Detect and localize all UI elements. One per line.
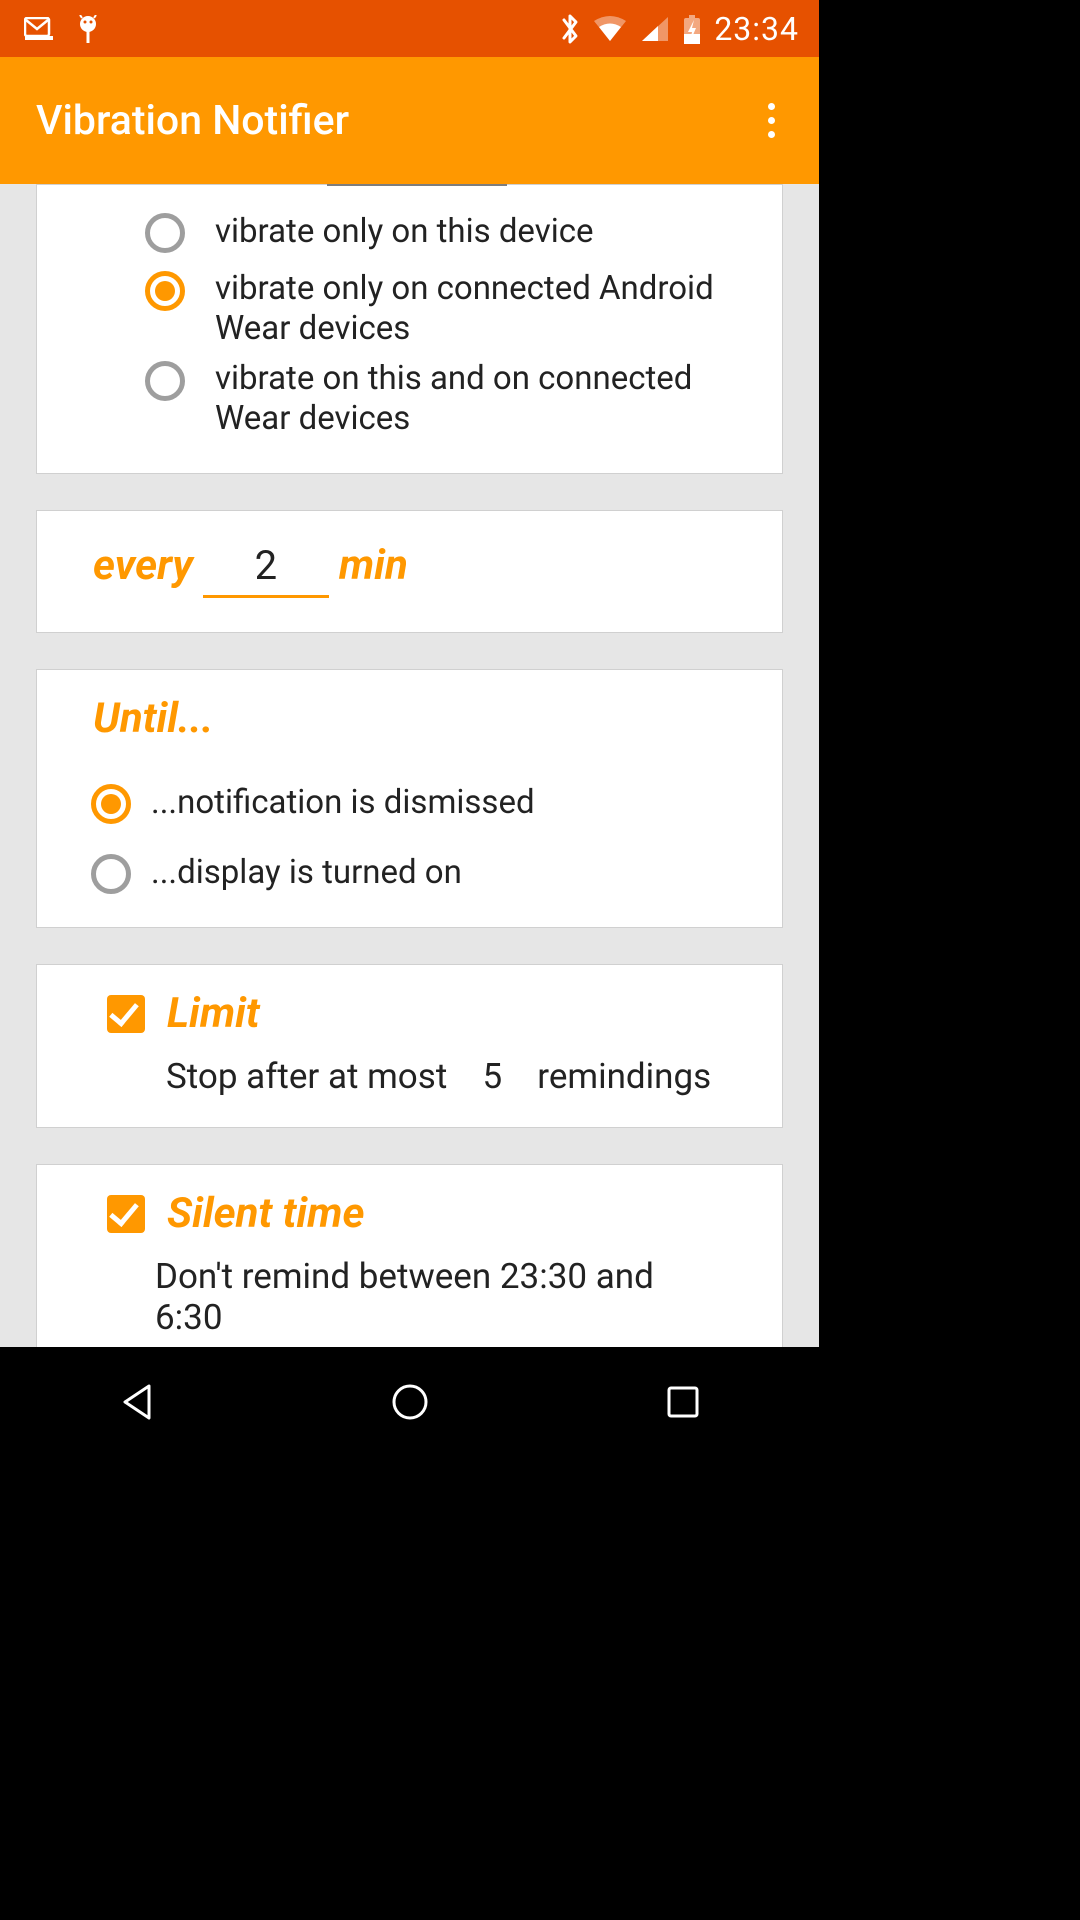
home-icon: [390, 1382, 430, 1422]
silent-checkbox[interactable]: [107, 1195, 145, 1233]
radio-label: vibrate on this and on connected Wear de…: [215, 357, 754, 439]
radio-unchecked-icon: [91, 854, 131, 894]
radio-until-display-on[interactable]: ...display is turned on: [37, 837, 782, 907]
limit-prefix: Stop after at most: [166, 1056, 447, 1097]
recent-icon: [666, 1385, 700, 1419]
android-debug-icon: [76, 15, 100, 43]
silent-time-card: Silent time Don't remind between 23:30 a…: [36, 1164, 783, 1347]
interval-suffix: min: [339, 541, 408, 590]
wifi-icon: [592, 15, 628, 43]
bluetooth-icon: [560, 12, 580, 46]
interval-prefix: every: [93, 541, 193, 590]
radio-checked-icon: [145, 271, 185, 311]
radio-vibrate-this-device[interactable]: vibrate only on this device: [37, 199, 782, 263]
radio-label: ...notification is dismissed: [151, 781, 535, 823]
battery-charging-icon: [682, 14, 702, 44]
limit-title: Limit: [167, 989, 260, 1038]
settings-content[interactable]: vibrate only on this device vibrate only…: [0, 184, 819, 1347]
silent-title: Silent time: [167, 1189, 364, 1238]
status-time: 23:34: [714, 10, 799, 48]
nav-recent-button[interactable]: [623, 1372, 743, 1432]
radio-vibrate-both[interactable]: vibrate on this and on connected Wear de…: [37, 353, 782, 443]
radio-unchecked-icon: [145, 361, 185, 401]
cellular-icon: [640, 15, 670, 43]
radio-label: vibrate only on connected Android Wear d…: [215, 267, 754, 349]
limit-suffix: remindings: [537, 1056, 711, 1097]
radio-vibrate-wear-only[interactable]: vibrate only on connected Android Wear d…: [37, 263, 782, 353]
vibrate-target-card: vibrate only on this device vibrate only…: [36, 184, 783, 474]
nav-back-button[interactable]: [77, 1372, 197, 1432]
limit-card: Limit Stop after at most 5 remindings: [36, 964, 783, 1128]
until-title: Until...: [37, 694, 782, 767]
limit-count-input[interactable]: 5: [447, 1056, 537, 1097]
interval-value: 2: [255, 542, 277, 589]
radio-label: vibrate only on this device: [215, 210, 594, 252]
navigation-bar: [0, 1347, 819, 1456]
interval-card: every 2 min: [36, 510, 783, 633]
silent-body: Don't remind between 23:30 and 6:30: [155, 1256, 726, 1338]
app-bar: Vibration Notifier: [0, 57, 819, 184]
status-bar: 23:34: [0, 0, 819, 57]
nav-home-button[interactable]: [350, 1372, 470, 1432]
more-vert-icon: [768, 103, 775, 138]
overflow-menu-button[interactable]: [747, 97, 795, 145]
limit-checkbox[interactable]: [107, 995, 145, 1033]
partial-field-underline: [327, 184, 507, 186]
radio-until-dismissed[interactable]: ...notification is dismissed: [37, 767, 782, 837]
radio-checked-icon: [91, 784, 131, 824]
page-title: Vibration Notifier: [36, 97, 349, 145]
back-icon: [119, 1382, 155, 1422]
gmail-icon: [24, 17, 54, 41]
radio-label: ...display is turned on: [151, 851, 462, 893]
until-card: Until... ...notification is dismissed ..…: [36, 669, 783, 928]
interval-input[interactable]: 2: [203, 542, 329, 598]
radio-unchecked-icon: [145, 213, 185, 253]
